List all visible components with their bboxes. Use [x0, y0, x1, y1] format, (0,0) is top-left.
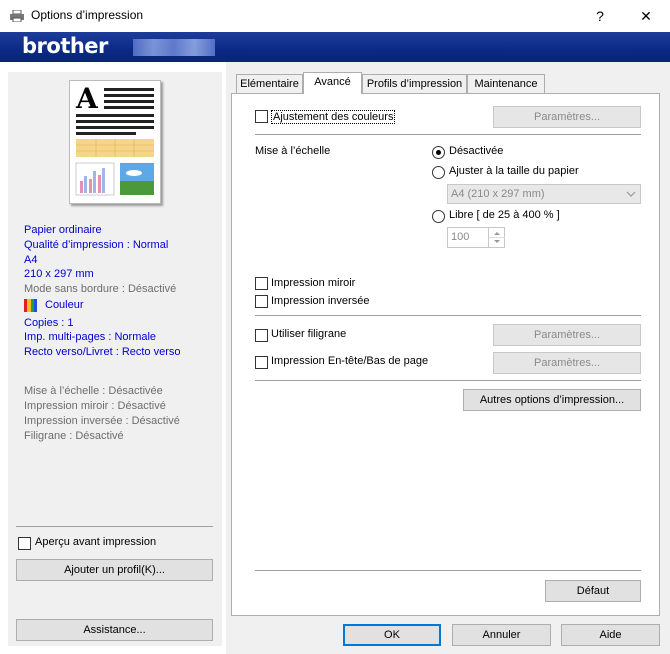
print-preview-checkbox[interactable]	[18, 537, 31, 550]
color-adjust-settings-button[interactable]: Paramètres...	[493, 106, 641, 128]
summary-dimensions: 210 x 297 mm	[24, 268, 94, 280]
summary-quality: Qualité d’impression : Normal	[24, 239, 169, 251]
divider	[255, 380, 641, 381]
default-button[interactable]: Défaut	[545, 580, 641, 602]
divider	[255, 134, 641, 135]
tab-maintenance[interactable]: Maintenance	[467, 74, 545, 93]
reverse-print-label: Impression inversée	[271, 295, 370, 307]
paper-size-value: A4 (210 x 297 mm)	[451, 188, 545, 200]
spinner-arrows[interactable]	[488, 228, 505, 247]
color-mode-icon	[24, 299, 37, 312]
scaling-percent-spinner[interactable]: 100	[447, 227, 505, 248]
mirror-print-checkbox[interactable]	[255, 277, 268, 290]
watermark-settings-button[interactable]: Paramètres...	[493, 324, 641, 346]
summary-copies: Copies : 1	[24, 317, 74, 329]
other-print-options-button[interactable]: Autres options d’impression...	[463, 389, 641, 411]
watermark-checkbox[interactable]	[255, 329, 268, 342]
printer-icon	[10, 10, 24, 22]
svg-text:A: A	[75, 82, 99, 115]
cancel-button[interactable]: Annuler	[452, 624, 551, 646]
ok-button[interactable]: OK	[343, 624, 441, 646]
header-footer-settings-button[interactable]: Paramètres...	[493, 352, 641, 374]
paper-size-select[interactable]: A4 (210 x 297 mm)	[447, 184, 641, 204]
help-icon[interactable]: ?	[585, 4, 615, 28]
scaling-free-label: Libre [ de 25 à 400 % ]	[449, 209, 560, 221]
scaling-off-label: Désactivée	[449, 145, 504, 157]
summary-borderless: Mode sans bordure : Désactivé	[24, 283, 177, 295]
summary-multipage: Imp. multi-pages : Normale	[24, 331, 157, 343]
scaling-fit-label: Ajuster à la taille du papier	[449, 165, 579, 177]
brand-logo: brother	[22, 34, 108, 58]
header-footer-checkbox[interactable]	[255, 356, 268, 369]
summary-reverse: Impression inversée : Désactivé	[24, 415, 180, 427]
summary-duplex: Recto verso/Livret : Recto verso	[24, 346, 181, 358]
color-adjust-checkbox[interactable]	[255, 110, 268, 123]
color-adjust-label: Ajustement des couleurs	[271, 110, 396, 124]
document-preview-icon: A	[75, 82, 154, 196]
summary-color: Couleur	[45, 299, 84, 311]
scaling-free-radio[interactable]	[432, 210, 445, 223]
summary-scaling: Mise à l’échelle : Désactivée	[24, 385, 163, 397]
summary-watermark: Filigrane : Désactivé	[24, 430, 124, 442]
tab-basic[interactable]: Elémentaire	[236, 74, 303, 93]
chevron-down-icon	[626, 191, 636, 197]
add-profile-button[interactable]: Ajouter un profil(K)...	[16, 559, 213, 581]
summary-mirror: Impression miroir : Désactivé	[24, 400, 166, 412]
banner-decoration	[133, 39, 215, 56]
summary-paper-size: A4	[24, 254, 38, 266]
print-preview-label: Aperçu avant impression	[35, 536, 157, 548]
assistance-button[interactable]: Assistance...	[16, 619, 213, 641]
window-title: Options d’impression	[31, 8, 144, 22]
divider	[16, 526, 213, 527]
watermark-label: Utiliser filigrane	[271, 328, 347, 340]
header-footer-label: Impression En-tête/Bas de page	[271, 355, 429, 367]
scaling-off-radio[interactable]	[432, 146, 445, 159]
reverse-print-checkbox[interactable]	[255, 295, 268, 308]
help-button[interactable]: Aide	[561, 624, 660, 646]
tab-advanced[interactable]: Avancé	[303, 72, 362, 94]
spinner-arrows-icon	[489, 232, 505, 243]
divider	[255, 570, 641, 571]
scaling-fit-radio[interactable]	[432, 166, 445, 179]
summary-paper-type: Papier ordinaire	[24, 224, 102, 236]
mirror-print-label: Impression miroir	[271, 277, 356, 289]
page-preview-image: A	[69, 80, 161, 204]
divider	[255, 315, 641, 316]
scaling-percent-value: 100	[451, 231, 470, 243]
tab-print-profiles[interactable]: Profils d’impression	[362, 74, 467, 93]
close-icon[interactable]: ✕	[631, 4, 661, 28]
scaling-label: Mise à l’échelle	[255, 145, 331, 157]
